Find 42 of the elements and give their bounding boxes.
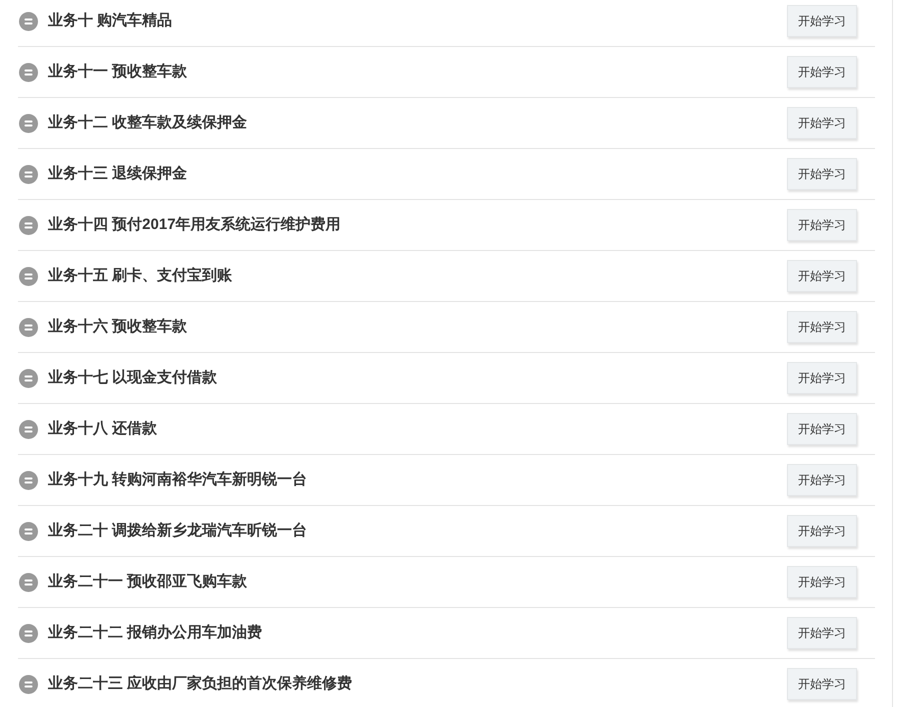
list-bullet-icon [19, 266, 38, 286]
list-bullet-icon [19, 62, 38, 82]
start-learning-button[interactable]: 开始学习 [787, 668, 857, 700]
list-bullet-icon [19, 522, 38, 540]
start-learning-button[interactable]: 开始学习 [787, 566, 857, 598]
list-bullet-icon [19, 216, 38, 234]
lesson-title: 业务二十一 预收邵亚飞购车款 [48, 572, 248, 592]
lesson-title: 业务十五 刷卡、支付宝到账 [48, 266, 232, 286]
start-learning-button[interactable]: 开始学习 [787, 617, 857, 649]
list-bullet-icon [19, 318, 38, 336]
lesson-title: 业务十二 收整车款及续保押金 [48, 112, 248, 133]
lesson-title: 业务十三 退续保押金 [48, 164, 188, 184]
lesson-title: 业务十一 预收整车款 [48, 62, 188, 82]
lesson-title: 业务二十二 报销办公用车加油费 [48, 622, 262, 643]
list-bullet-icon [19, 114, 38, 132]
start-learning-button[interactable]: 开始学习 [787, 362, 857, 394]
start-learning-button[interactable]: 开始学习 [787, 107, 857, 139]
list-bullet-icon [19, 674, 38, 694]
lesson-title: 业务十九 转购河南裕华汽车新明锐一台 [48, 470, 308, 490]
list-bullet-icon [19, 368, 38, 388]
lesson-title: 业务二十三 应收由厂家负担的首次保养维修费 [48, 674, 352, 694]
start-learning-button[interactable]: 开始学习 [787, 158, 857, 190]
start-learning-button[interactable]: 开始学习 [787, 56, 857, 88]
lesson-title: 业务二十 调拨给新乡龙瑞汽车昕锐一台 [48, 520, 308, 541]
start-learning-button[interactable]: 开始学习 [787, 515, 857, 547]
start-learning-button[interactable]: 开始学习 [787, 260, 857, 292]
list-bullet-icon [19, 12, 38, 30]
list-bullet-icon [19, 624, 38, 642]
start-learning-button[interactable]: 开始学习 [787, 464, 857, 496]
list-bullet-icon [19, 470, 38, 490]
lesson-title: 业务十 购汽车精品 [48, 10, 172, 31]
start-learning-button[interactable]: 开始学习 [787, 413, 857, 445]
list-bullet-icon [19, 420, 38, 438]
lesson-title: 业务十四 预付2017年用友系统运行维护费用 [48, 214, 341, 235]
lesson-title: 业务十八 还借款 [48, 418, 158, 439]
list-bullet-icon [19, 164, 38, 184]
lesson-title: 业务十七 以现金支付借款 [48, 368, 218, 388]
start-learning-button[interactable]: 开始学习 [787, 5, 857, 37]
start-learning-button[interactable]: 开始学习 [787, 209, 857, 241]
start-learning-button[interactable]: 开始学习 [787, 311, 857, 343]
list-bullet-icon [19, 572, 38, 592]
lesson-title: 业务十六 预收整车款 [48, 316, 188, 337]
